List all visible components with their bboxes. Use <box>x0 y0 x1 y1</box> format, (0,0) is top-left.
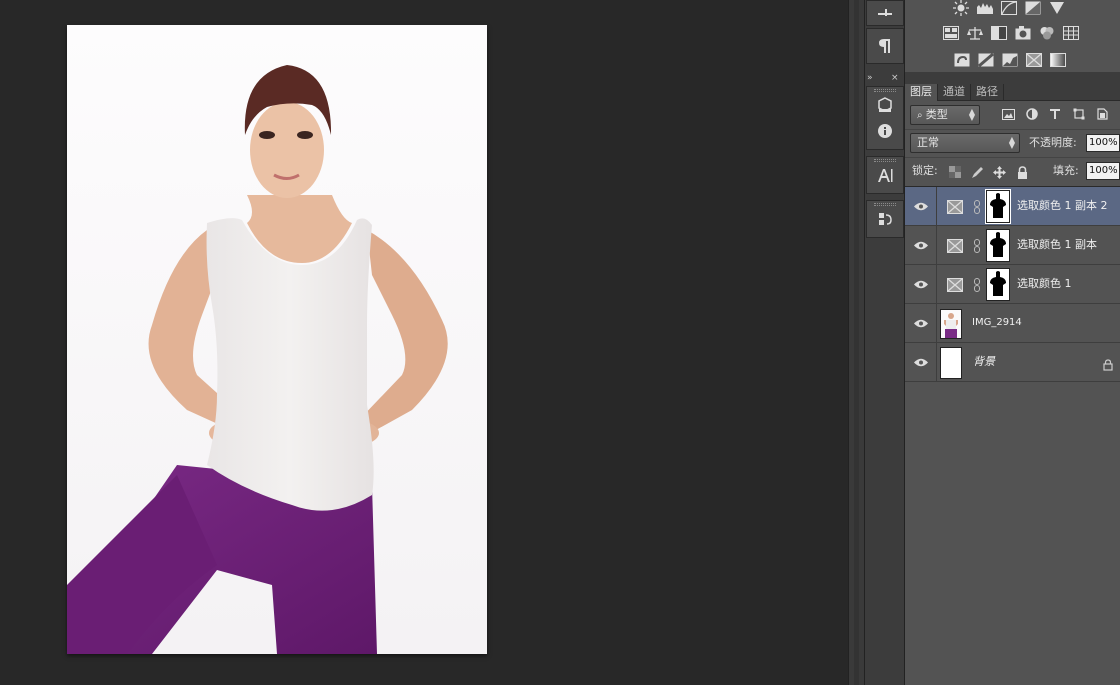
layer-background-thumbnail[interactable] <box>940 347 962 379</box>
character-icon[interactable] <box>870 162 900 188</box>
adjustments-row-3 <box>953 52 1067 68</box>
layer-mask-thumbnail[interactable] <box>985 189 1011 224</box>
layer-filter-row: ⌕ 类型 ▲ ▼ <box>905 101 1120 129</box>
filter-shape-icon[interactable] <box>1072 107 1086 121</box>
threshold-icon[interactable] <box>1001 52 1019 68</box>
history-group <box>866 200 904 238</box>
adjustments-row-2 <box>942 25 1080 41</box>
adjustments-row-1 <box>952 0 1066 16</box>
gradient-map-icon[interactable] <box>1049 52 1067 68</box>
brush-preset-group <box>866 0 904 26</box>
panel-group-header: » × <box>867 72 1120 84</box>
lock-row: 锁定: 填充: 100% <box>905 157 1120 185</box>
brightness-icon[interactable] <box>952 0 970 16</box>
3d-cube-icon[interactable] <box>870 92 900 118</box>
layers-panel: 图层 通道 路径 ⌕ 类型 ▲ ▼ 正常 ▲ ▼ 不透明度: 100% 锁定: … <box>905 84 1120 685</box>
layer-filter-select[interactable]: ⌕ 类型 ▲ ▼ <box>910 105 980 125</box>
blend-mode-select[interactable]: 正常 ▲ ▼ <box>910 133 1020 153</box>
posterize-icon[interactable] <box>977 52 995 68</box>
layers-panel-tabs: 图层 通道 路径 <box>905 84 1120 101</box>
link-icon[interactable] <box>973 277 981 292</box>
exposure-icon[interactable] <box>1024 0 1042 16</box>
layer-name[interactable]: 选取颜色 1 副本 2 <box>1017 199 1108 213</box>
blend-row: 正常 ▲ ▼ 不透明度: 100% <box>905 129 1120 157</box>
tab-channels[interactable]: 通道 <box>938 84 971 101</box>
collapsed-panels-column <box>865 0 905 685</box>
lock-label: 锁定: <box>912 164 938 177</box>
tab-paths[interactable]: 路径 <box>971 84 1004 101</box>
layer-row[interactable]: 选取颜色 1 副本 2 <box>905 187 1120 226</box>
canvas-area[interactable] <box>0 0 848 685</box>
visibility-eye-icon[interactable] <box>912 355 930 369</box>
search-icon: ⌕ <box>917 110 926 121</box>
lock-transparent-icon[interactable] <box>948 165 962 179</box>
vibrance-icon[interactable] <box>1048 0 1066 16</box>
layer-name[interactable]: 选取颜色 1 副本 <box>1017 238 1097 252</box>
paragraph-group <box>866 28 904 64</box>
link-icon[interactable] <box>973 199 981 214</box>
visibility-eye-icon[interactable] <box>912 199 930 213</box>
adjustments-panel <box>905 0 1120 80</box>
selective-color-icon <box>947 199 963 214</box>
selective-color-icon <box>947 238 963 253</box>
layer-image-thumbnail[interactable] <box>940 309 962 339</box>
visibility-eye-icon[interactable] <box>912 238 930 252</box>
filter-adjustment-icon[interactable] <box>1025 107 1039 121</box>
right-panel-dock: » × 图层 通道 路径 ⌕ 类型 ▲ ▼ 正常 ▲ ▼ 不透明度: 100% … <box>867 0 1120 685</box>
visibility-eye-icon[interactable] <box>912 277 930 291</box>
lock-pixels-icon[interactable] <box>970 165 984 179</box>
filter-smart-object-icon[interactable] <box>1095 107 1109 121</box>
layer-list: 选取颜色 1 副本 2 选取颜色 1 副本 选取颜色 1 IMG_2914 背景 <box>905 186 1120 685</box>
color-balance-icon[interactable] <box>966 25 984 41</box>
brush-preset-icon[interactable] <box>870 1 900 25</box>
document-image[interactable] <box>67 25 487 654</box>
fill-label: 填充: <box>1053 164 1079 177</box>
layer-name[interactable]: 背景 <box>973 355 995 369</box>
layer-mask-thumbnail[interactable] <box>986 268 1010 301</box>
layer-row[interactable]: IMG_2914 <box>905 304 1120 343</box>
selective-color-icon[interactable] <box>1025 52 1043 68</box>
tab-layers[interactable]: 图层 <box>905 84 938 101</box>
color-lookup-icon[interactable] <box>1062 25 1080 41</box>
select-arrows-icon: ▲ ▼ <box>1008 135 1015 150</box>
layer-mask-thumbnail[interactable] <box>986 229 1010 262</box>
woman-portrait-photo <box>67 25 487 654</box>
selective-color-icon <box>947 277 963 292</box>
info-icon[interactable] <box>870 118 900 144</box>
link-icon[interactable] <box>973 238 981 253</box>
panel-dock-scrollbar[interactable] <box>848 0 865 685</box>
history-icon[interactable] <box>870 206 900 232</box>
layer-row[interactable]: 选取颜色 1 <box>905 265 1120 304</box>
hue-saturation-icon[interactable] <box>942 25 960 41</box>
filter-type-icon[interactable] <box>1048 107 1062 121</box>
invert-icon[interactable] <box>953 52 971 68</box>
photoshop-window: » × 图层 通道 路径 ⌕ 类型 ▲ ▼ 正常 ▲ ▼ 不透明度: 100% … <box>0 0 1120 685</box>
channel-mixer-icon[interactable] <box>1038 25 1056 41</box>
fill-input[interactable]: 100% <box>1086 162 1120 180</box>
blend-mode-label: 正常 <box>917 136 939 149</box>
filter-type-label: 类型 <box>925 108 948 121</box>
lock-position-icon[interactable] <box>992 165 1006 179</box>
collapse-icon[interactable]: » <box>867 72 873 84</box>
black-white-icon[interactable] <box>990 25 1008 41</box>
layer-row[interactable]: 选取颜色 1 副本 <box>905 226 1120 265</box>
layer-lock-icon <box>1103 356 1113 375</box>
layer-row[interactable]: 背景 <box>905 343 1120 382</box>
opacity-label: 不透明度: <box>1029 136 1077 149</box>
filter-pixel-icon[interactable] <box>1001 107 1015 121</box>
lock-all-icon[interactable] <box>1015 165 1029 179</box>
opacity-input[interactable]: 100% <box>1086 134 1120 152</box>
select-arrows-icon: ▲ ▼ <box>968 107 975 122</box>
properties-info-group <box>866 86 904 150</box>
visibility-eye-icon[interactable] <box>912 316 930 330</box>
photo-filter-icon[interactable] <box>1014 25 1032 41</box>
paragraph-icon[interactable] <box>870 33 900 59</box>
layer-name[interactable]: 选取颜色 1 <box>1017 277 1072 291</box>
layer-name[interactable]: IMG_2914 <box>972 316 1022 330</box>
curves-icon[interactable] <box>1000 0 1018 16</box>
close-icon[interactable]: × <box>891 72 899 84</box>
character-group <box>866 156 904 194</box>
levels-icon[interactable] <box>976 0 994 16</box>
